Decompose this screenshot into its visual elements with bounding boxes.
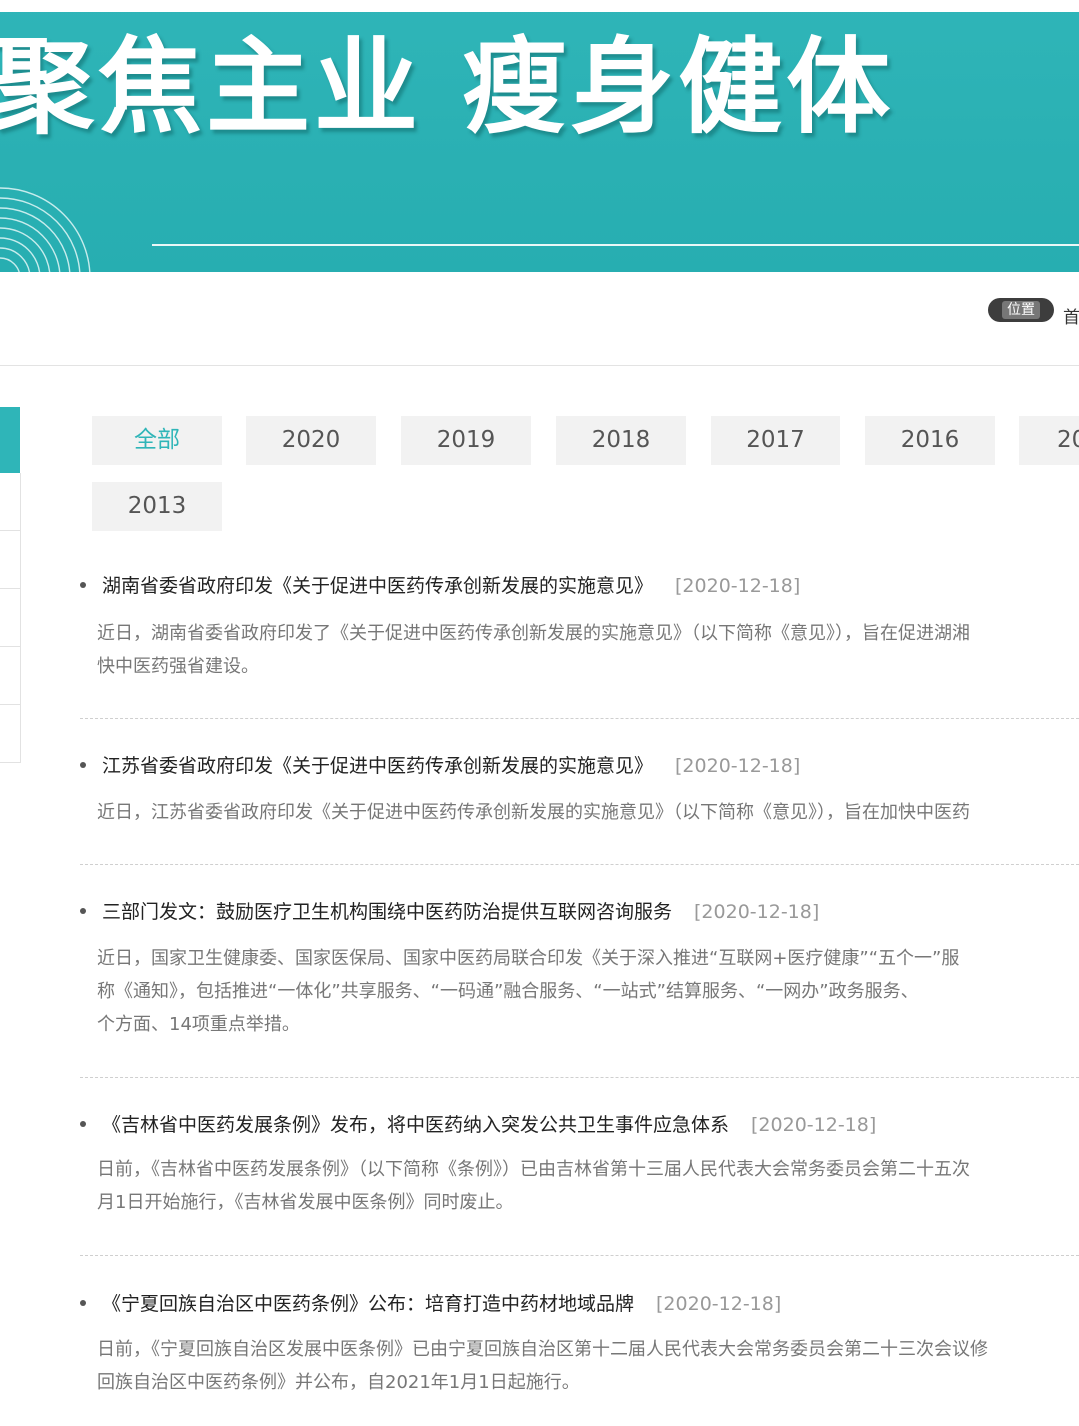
news-item: 《宁夏回族自治区中医药条例》公布：培育打造中药材地域品牌 [2020-12-18]… (80, 1289, 1079, 1393)
location-badge: 位置 (988, 298, 1054, 322)
news-title[interactable]: 《吉林省中医药发展条例》发布，将中医药纳入突发公共卫生事件应急体系 (102, 1114, 729, 1136)
news-title[interactable]: 江苏省委省政府印发《关于促进中医药传承创新发展的实施意见》 (102, 755, 653, 777)
news-title-link[interactable]: 湖南省委省政府印发《关于促进中医药传承创新发展的实施意见》 [2020-12-18… (102, 571, 800, 601)
news-summary-line: 近日，湖南省委省政府印发了《关于促进中医药传承创新发展的实施意见》（以下简称《意… (97, 623, 970, 644)
news-item: 三部门发文：鼓励医疗卫生机构围绕中医药防治提供互联网咨询服务 [2020-12-1… (80, 897, 1079, 1035)
news-item: 《吉林省中医药发展条例》发布，将中医药纳入突发公共卫生事件应急体系 [2020-1… (80, 1110, 1079, 1213)
news-summary: 日前，《宁夏回族自治区发展中医条例》已由宁夏回族自治区第十二届人民代表大会常务委… (97, 1333, 1079, 1399)
sidebar-item-active[interactable] (0, 407, 20, 473)
sidebar-item[interactable] (0, 531, 21, 589)
sidebar-item[interactable] (0, 647, 21, 705)
sidebar-item[interactable] (0, 589, 21, 647)
news-summary-line: 近日，江苏省委省政府印发《关于促进中医药传承创新发展的实施意见》（以下简称《意见… (97, 802, 970, 823)
tab-2019[interactable]: 2019 (401, 416, 531, 465)
news-summary: 近日，江苏省委省政府印发《关于促进中医药传承创新发展的实施意见》（以下简称《意见… (97, 796, 1079, 829)
news-item: 江苏省委省政府印发《关于促进中医药传承创新发展的实施意见》 [2020-12-18… (80, 751, 1079, 823)
news-item: 湖南省委省政府印发《关于促进中医药传承创新发展的实施意见》 [2020-12-18… (80, 571, 1079, 677)
hero-banner: 聚焦主业 瘦身健体 (0, 0, 1079, 272)
news-summary-line: 日前，《吉林省中医药发展条例》（以下简称《条例》）已由吉林省第十三届人民代表大会… (97, 1159, 970, 1180)
tab-2017[interactable]: 2017 (711, 416, 840, 465)
location-bar (0, 272, 1079, 366)
news-summary-line: 近日，国家卫生健康委、国家医保局、国家中医药局联合印发《关于深入推进“互联网+医… (97, 948, 960, 969)
news-summary-line: 称《通知》，包括推进“一体化”共享服务、“一码通”融合服务、“一站式”结算服务、… (97, 981, 919, 1002)
news-summary-line: 回族自治区中医药条例》并公布，自2021年1月1日起施行。 (97, 1372, 580, 1393)
news-summary-line: 日前，《宁夏回族自治区发展中医条例》已由宁夏回族自治区第十二届人民代表大会常务委… (97, 1339, 988, 1360)
news-date: [2020-12-18] (675, 755, 801, 777)
news-title[interactable]: 《宁夏回族自治区中医药条例》公布：培育打造中药材地域品牌 (102, 1293, 634, 1315)
bullet-icon (80, 1121, 86, 1127)
news-date: [2020-12-18] (751, 1114, 877, 1136)
news-date: [2020-12-18] (694, 901, 820, 923)
news-summary: 近日，湖南省委省政府印发了《关于促进中医药传承创新发展的实施意见》（以下简称《意… (97, 617, 1079, 683)
news-summary: 近日，国家卫生健康委、国家医保局、国家中医药局联合印发《关于深入推进“互联网+医… (97, 942, 1079, 1041)
sidebar-item[interactable] (0, 705, 21, 763)
news-date: [2020-12-18] (656, 1293, 782, 1315)
tab-all[interactable]: 全部 (92, 416, 222, 465)
news-title-link[interactable]: 《吉林省中医药发展条例》发布，将中医药纳入突发公共卫生事件应急体系 [2020-1… (102, 1110, 876, 1140)
news-title-link[interactable]: 江苏省委省政府印发《关于促进中医药传承创新发展的实施意见》 [2020-12-18… (102, 751, 800, 781)
bullet-icon (80, 582, 86, 588)
news-title-link[interactable]: 三部门发文：鼓励医疗卫生机构围绕中医药防治提供互联网咨询服务 [2020-12-1… (102, 897, 819, 927)
news-title[interactable]: 湖南省委省政府印发《关于促进中医药传承创新发展的实施意见》 (102, 575, 653, 597)
tab-2018[interactable]: 2018 (556, 416, 686, 465)
tab-2015-partial[interactable]: 20 (1019, 416, 1079, 465)
news-summary-line: 快中医药强省建设。 (97, 656, 259, 677)
tab-2020[interactable]: 2020 (246, 416, 376, 465)
breadcrumb-home-link[interactable]: 首 (1063, 303, 1079, 328)
tab-2016[interactable]: 2016 (865, 416, 995, 465)
bullet-icon (80, 762, 86, 768)
news-divider (80, 864, 1079, 865)
wave-pattern-icon (0, 187, 91, 272)
banner-divider-line (152, 244, 1079, 246)
news-divider (80, 1255, 1079, 1256)
news-summary-line: 月1日开始施行，《吉林省发展中医条例》同时废止。 (97, 1192, 514, 1213)
bullet-icon (80, 908, 86, 914)
banner-slogan: 聚焦主业 瘦身健体 (0, 26, 895, 148)
bullet-icon (80, 1300, 86, 1306)
news-title-link[interactable]: 《宁夏回族自治区中医药条例》公布：培育打造中药材地域品牌 [2020-12-18] (102, 1289, 781, 1319)
news-summary: 日前，《吉林省中医药发展条例》（以下简称《条例》）已由吉林省第十三届人民代表大会… (97, 1153, 1079, 1219)
news-summary-line: 个方面、14项重点举措。 (97, 1014, 300, 1035)
news-title[interactable]: 三部门发文：鼓励医疗卫生机构围绕中医药防治提供互联网咨询服务 (102, 901, 672, 923)
location-badge-label: 位置 (1002, 301, 1040, 319)
news-divider (80, 1077, 1079, 1078)
sidebar-item[interactable] (0, 473, 21, 531)
tab-2013[interactable]: 2013 (92, 482, 222, 531)
news-date: [2020-12-18] (675, 575, 801, 597)
news-divider (80, 718, 1079, 719)
